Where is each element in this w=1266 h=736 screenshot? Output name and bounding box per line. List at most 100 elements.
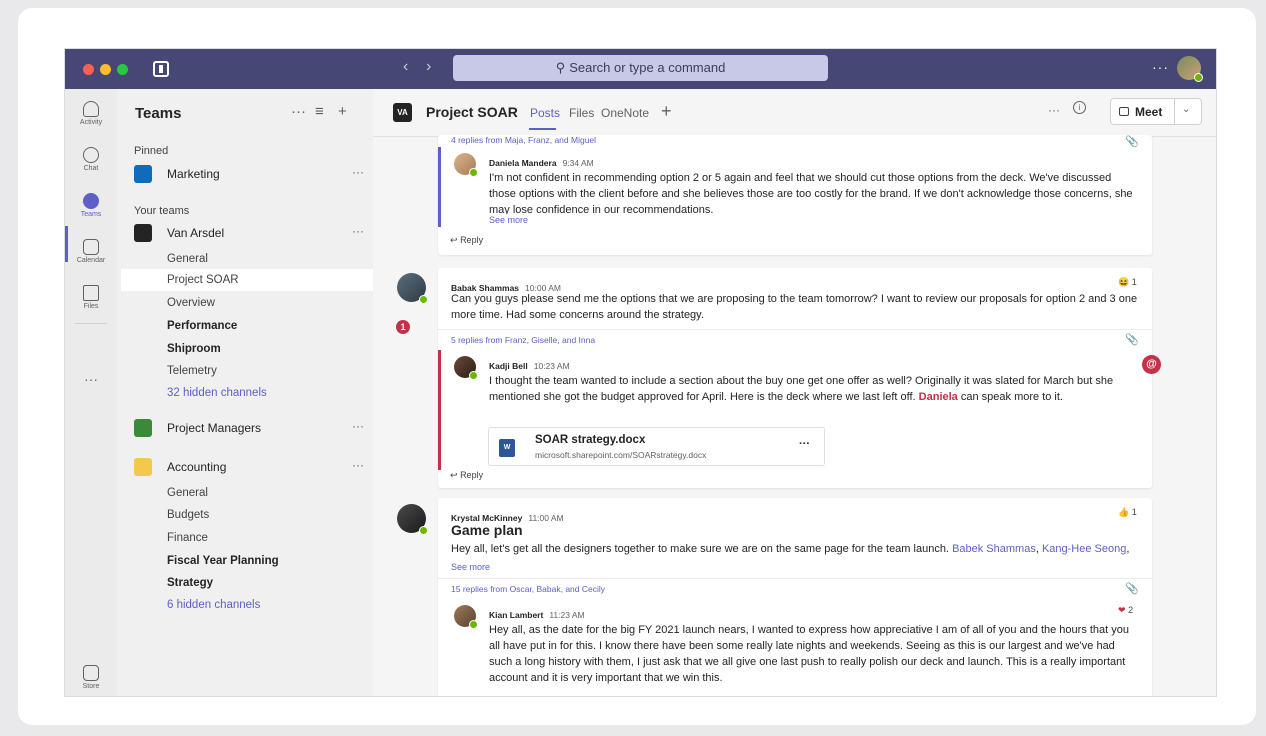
file-more-icon[interactable]: ··· — [799, 438, 810, 450]
rail-item-calendar[interactable]: Calendar — [65, 239, 117, 264]
message-body: I'm not confident in recommending option… — [489, 172, 1133, 214]
more-options-icon[interactable]: ··· — [1152, 59, 1169, 75]
rail-item-activity[interactable]: Activity — [65, 101, 117, 126]
reply-arrow-icon: ↩ — [450, 470, 458, 480]
tab-onenote[interactable]: OneNote — [601, 106, 649, 120]
replies-summary[interactable]: 15 replies from Oscar, Babak, and Cecily — [451, 584, 605, 594]
search-input[interactable]: ⚲ Search or type a command — [453, 55, 828, 81]
chevron-down-icon[interactable]: ⌄ — [1182, 104, 1190, 115]
marketing-team-icon — [134, 165, 152, 183]
heart-icon: ❤ — [1118, 605, 1126, 615]
team-marketing[interactable]: Marketing ··· — [134, 164, 364, 186]
rail-item-chat[interactable]: Chat — [65, 147, 117, 172]
maximize-window-button[interactable] — [117, 64, 128, 75]
avatar — [454, 605, 478, 629]
meet-label: Meet — [1135, 105, 1163, 119]
tab-files[interactable]: Files — [569, 106, 594, 120]
mention[interactable]: Daniela — [919, 391, 958, 403]
see-more-link[interactable]: See more — [489, 215, 528, 225]
team-more-icon[interactable]: ··· — [352, 458, 364, 472]
forward-arrow-icon[interactable]: › — [426, 58, 431, 76]
add-tab-icon[interactable]: + — [661, 101, 672, 122]
file-attachment[interactable]: W SOAR strategy.docx microsoft.sharepoin… — [488, 427, 825, 466]
channel-budgets[interactable]: Budgets — [167, 509, 209, 521]
panel-more-icon[interactable]: ··· — [291, 103, 306, 120]
reply-thread: Kadji Bell 10:23 AM I thought the team wa… — [438, 350, 1152, 470]
team-more-icon[interactable]: ··· — [352, 224, 364, 238]
reply-arrow-icon: ↩ — [450, 235, 458, 245]
channel-shiproom[interactable]: Shiproom — [167, 343, 221, 355]
reply-header: Daniela Mandera 9:34 AM — [489, 153, 594, 171]
message-text: Hey all, let's get all the designers tog… — [451, 543, 949, 555]
active-tab-indicator — [529, 128, 556, 130]
sender-name: Daniela Mandera — [489, 158, 557, 168]
mention[interactable]: Kang-Hee Seong — [1042, 543, 1126, 555]
reply-button[interactable]: ↩ Reply — [450, 470, 483, 481]
rail-label: Store — [82, 683, 100, 690]
header-more-icon[interactable]: ··· — [1048, 103, 1060, 117]
channel-fiscal-year-planning[interactable]: Fiscal Year Planning — [167, 555, 279, 567]
avatar — [397, 504, 428, 535]
reply-header: Kadji Bell 10:23 AM — [489, 356, 570, 374]
tab-posts[interactable]: Posts — [530, 106, 560, 120]
team-name: Van Arsdel — [167, 226, 225, 240]
reply-label: Reply — [460, 470, 484, 480]
panel-title: Teams — [135, 105, 182, 122]
channel-performance[interactable]: Performance — [167, 320, 237, 332]
teams-panel: Teams ··· ≡ + Pinned Marketing ··· Your … — [117, 89, 410, 696]
info-icon[interactable]: i — [1073, 101, 1086, 114]
filter-icon[interactable]: ≡ — [315, 103, 324, 120]
replies-summary[interactable]: 4 replies from Maja, Franz, and Miguel — [451, 135, 596, 145]
hidden-channels-link[interactable]: 6 hidden channels — [167, 599, 260, 611]
team-van-arsdel[interactable]: Van Arsdel ··· — [134, 223, 364, 245]
more-apps-icon[interactable]: ··· — [84, 371, 98, 387]
timestamp: 11:23 AM — [549, 610, 585, 620]
paperclip-icon[interactable]: 📎 — [1125, 333, 1139, 346]
message-body: I thought the team wanted to include a s… — [489, 373, 1135, 405]
reaction-heart[interactable]: ❤ 2 — [1118, 605, 1133, 616]
message-card: Krystal McKinney 11:00 AM 👍 1 Game plan H… — [438, 498, 1152, 696]
divider — [438, 578, 1152, 579]
minimize-window-button[interactable] — [100, 64, 111, 75]
your-teams-label: Your teams — [134, 205, 190, 217]
team-name: Accounting — [167, 460, 227, 474]
avatar — [397, 273, 428, 304]
add-team-icon[interactable]: + — [338, 103, 347, 120]
paperclip-icon[interactable]: 📎 — [1125, 582, 1139, 595]
teams-icon — [83, 193, 99, 209]
team-more-icon[interactable]: ··· — [352, 165, 364, 179]
channel-finance[interactable]: Finance — [167, 532, 208, 544]
rail-item-files[interactable]: Files — [65, 285, 117, 310]
team-project-managers[interactable]: Project Managers ··· — [134, 418, 364, 440]
reply-button[interactable]: ↩ Reply — [450, 235, 483, 246]
calendar-icon — [83, 239, 99, 255]
close-window-button[interactable] — [83, 64, 94, 75]
channel-overview[interactable]: Overview — [167, 297, 215, 309]
team-more-icon[interactable]: ··· — [352, 419, 364, 433]
replies-summary[interactable]: 5 replies from Franz, Giselle, and Inna — [451, 335, 595, 345]
reply-thread: Kian Lambert 11:23 AM ❤ 2 Hey all, as the… — [438, 599, 1152, 696]
channel-general[interactable]: General — [167, 253, 208, 265]
channel-general[interactable]: General — [167, 487, 208, 499]
rail-item-teams[interactable]: Teams — [65, 193, 117, 218]
mention[interactable]: Babek Shammas — [952, 543, 1036, 555]
timestamp: 10:23 AM — [533, 361, 570, 371]
team-name: Project Managers — [167, 421, 262, 435]
reply-header: Kian Lambert 11:23 AM — [489, 605, 585, 623]
thread-accent-bar — [438, 147, 441, 227]
channel-telemetry[interactable]: Telemetry — [167, 365, 217, 377]
team-accounting[interactable]: Accounting ··· — [134, 457, 364, 479]
reaction-laugh[interactable]: 😆 1 — [1118, 277, 1137, 288]
rail-item-store[interactable]: Store — [65, 665, 117, 690]
user-avatar[interactable] — [1177, 56, 1203, 82]
reaction-like[interactable]: 👍 1 — [1118, 507, 1137, 518]
hidden-channels-link[interactable]: 32 hidden channels — [167, 387, 267, 399]
channel-strategy[interactable]: Strategy — [167, 577, 213, 589]
search-placeholder: Search or type a command — [569, 60, 726, 75]
thread-accent-bar — [438, 350, 441, 470]
reply-thread: Daniela Mandera 9:34 AM I'm not confident… — [438, 147, 1152, 227]
see-more-link[interactable]: See more — [451, 562, 490, 572]
back-arrow-icon[interactable]: ‹ — [403, 58, 408, 76]
channel-project-soar[interactable]: Project SOAR — [121, 269, 373, 291]
meet-button[interactable]: Meet ⌄ — [1110, 98, 1202, 125]
